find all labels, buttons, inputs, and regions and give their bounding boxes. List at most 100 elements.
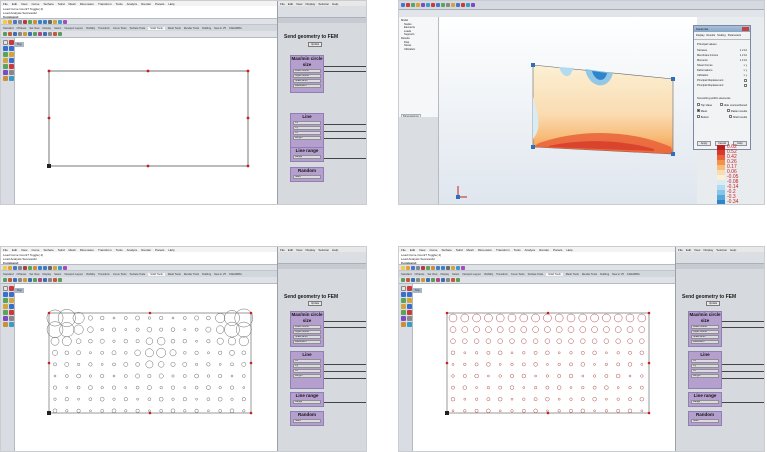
open-icon[interactable] (8, 20, 12, 24)
row-checkbox[interactable] (744, 84, 747, 87)
control-point[interactable] (47, 361, 51, 365)
send-geometry-toggle[interactable]: Update (308, 301, 322, 306)
gh-menu-display[interactable]: Display (305, 2, 315, 6)
tool-icon[interactable] (8, 32, 12, 36)
option-bottom[interactable]: Bottom (697, 115, 709, 119)
tool-icon[interactable] (23, 278, 27, 282)
render-icon[interactable] (461, 266, 465, 270)
midpoint[interactable] (246, 116, 250, 120)
boolean-icon[interactable] (3, 322, 8, 327)
tab-transform[interactable]: Transform (98, 273, 110, 276)
pan-icon[interactable] (48, 20, 52, 24)
arc-icon[interactable] (401, 304, 406, 309)
mesh-icon[interactable] (3, 70, 8, 75)
model-tree[interactable]: Model Nodes Elements Loads Supports Resu… (399, 17, 439, 117)
slider-cy[interactable]: Cy (293, 126, 321, 130)
menu-surface[interactable]: Surface (43, 2, 53, 6)
paste-icon[interactable] (33, 20, 37, 24)
row-checkbox[interactable] (744, 79, 747, 82)
tab-drafting[interactable]: Drafting (600, 273, 609, 276)
rectangle-icon[interactable] (9, 58, 14, 63)
tool-icon[interactable] (18, 32, 22, 36)
print-icon[interactable] (18, 20, 22, 24)
gh-menu-view[interactable]: View (296, 2, 302, 6)
tab-visibility[interactable]: Visibility (86, 273, 95, 276)
menu-panels[interactable]: Panels (155, 248, 164, 252)
menu-mesh[interactable]: Mesh (69, 248, 76, 252)
tool-icon[interactable] (471, 3, 475, 7)
tab-curve-tools[interactable]: Curve Tools (511, 273, 525, 276)
save-icon[interactable] (411, 266, 415, 270)
print-icon[interactable] (18, 266, 22, 270)
line-icon[interactable] (3, 46, 8, 51)
tool-icon[interactable] (431, 3, 435, 7)
menu-mesh[interactable]: Mesh (467, 248, 474, 252)
tool-icon[interactable] (431, 278, 435, 282)
tab-solid-tools[interactable]: Solid Tools (546, 272, 563, 276)
tab-standard[interactable]: Standard (401, 273, 412, 276)
menu-solid[interactable]: Solid (456, 248, 463, 252)
gh-menu-file[interactable]: File (678, 248, 683, 252)
tool-icon[interactable] (436, 3, 440, 7)
slider-lower-bound[interactable]: Lower bound (293, 325, 321, 329)
gh-menu-edit[interactable]: Edit (288, 248, 293, 252)
tab-display[interactable]: Display (43, 27, 52, 30)
redo-icon[interactable] (441, 266, 445, 270)
tab-new-in-v5[interactable]: New in V5 (214, 27, 226, 30)
tab-mesh-tools[interactable]: Mesh Tools (168, 273, 181, 276)
menu-curve[interactable]: Curve (429, 248, 437, 252)
select-icon[interactable] (3, 40, 8, 45)
analysis-viewport[interactable] (439, 17, 697, 204)
tab-curve-tools[interactable]: Curve Tools (113, 27, 127, 30)
slider-cz[interactable]: Cz (691, 369, 719, 373)
slider-range[interactable]: Range (293, 400, 321, 404)
option-hide[interactable]: Hide unsmoothened (720, 103, 747, 107)
menu-transform[interactable]: Transform (98, 248, 112, 252)
tool-icon[interactable] (426, 3, 430, 7)
tab-set-view[interactable]: Set View (29, 27, 39, 30)
tab-karamba[interactable]: KARAMBA (229, 273, 242, 276)
tab-select[interactable]: Select (54, 273, 61, 276)
slider-cy[interactable]: Cy (691, 364, 719, 368)
slider-resolution[interactable]: Resolution (293, 340, 321, 344)
control-point[interactable] (148, 411, 152, 415)
tool-icon[interactable] (58, 278, 62, 282)
top-viewport[interactable] (413, 284, 675, 451)
tool-icon[interactable] (18, 278, 22, 282)
tab-surface-tools[interactable]: Surface Tools (130, 27, 146, 30)
gh-menu-edit[interactable]: Edit (686, 248, 691, 252)
print-icon[interactable] (416, 266, 420, 270)
tab-render-tools[interactable]: Render Tools (582, 273, 597, 276)
gh-menu-help[interactable]: Help (332, 248, 338, 252)
origin-marker[interactable] (445, 411, 449, 415)
corner-point[interactable] (47, 69, 51, 73)
tab-karamba[interactable]: KARAMBA (627, 273, 640, 276)
grasshopper-canvas[interactable]: Send geometry to FEM Update Max/min circ… (278, 269, 366, 451)
tool-icon[interactable] (13, 32, 17, 36)
option-top-value[interactable]: Top Value (697, 103, 712, 107)
tool-icon[interactable] (23, 32, 27, 36)
tool-icon[interactable] (8, 278, 12, 282)
menu-curve[interactable]: Curve (31, 2, 39, 6)
polyline-icon[interactable] (9, 46, 14, 51)
open-icon[interactable] (8, 266, 12, 270)
menu-transform[interactable]: Transform (98, 2, 112, 6)
gh-menu-help[interactable]: Help (730, 248, 736, 252)
menu-file[interactable]: File (3, 248, 8, 252)
slider-cz[interactable]: Cz (293, 369, 321, 373)
new-file-icon[interactable] (3, 266, 7, 270)
tab-viewport-layout[interactable]: Viewport Layout (64, 27, 83, 30)
tool-icon[interactable] (43, 32, 47, 36)
midpoint[interactable] (146, 69, 150, 73)
rectangle-icon[interactable] (407, 304, 412, 309)
tool-icon[interactable] (58, 32, 62, 36)
control-point[interactable] (546, 311, 550, 315)
undo-icon[interactable] (38, 20, 42, 24)
tab-set-view[interactable]: Set View (29, 273, 39, 276)
tool-icon[interactable] (436, 278, 440, 282)
control-point[interactable] (546, 411, 550, 415)
menu-transform[interactable]: Transform (496, 248, 510, 252)
menu-solid[interactable]: Solid (58, 248, 65, 252)
pan-icon[interactable] (446, 266, 450, 270)
tab-surface-tools[interactable]: Surface Tools (528, 273, 544, 276)
